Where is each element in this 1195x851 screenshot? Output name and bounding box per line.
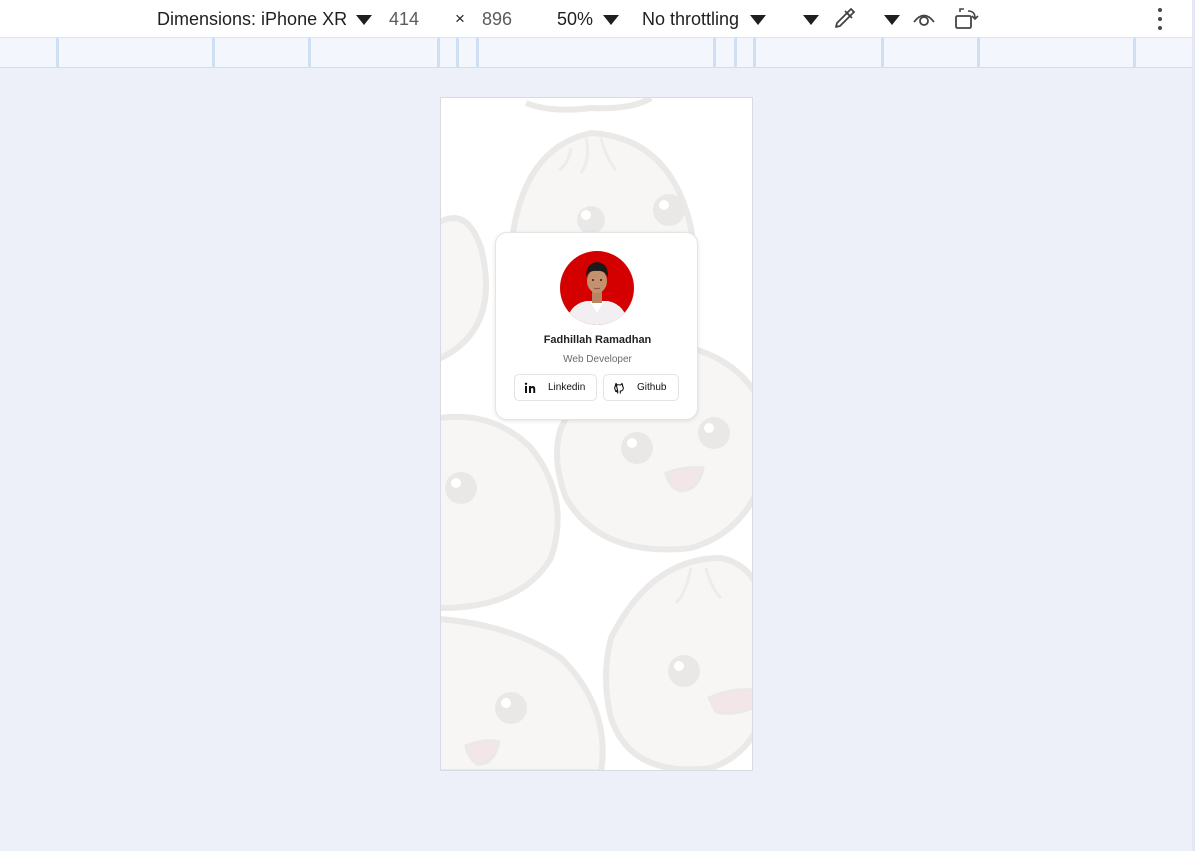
ruler-mark[interactable] (437, 38, 440, 67)
ruler-mark[interactable] (881, 38, 884, 67)
eye-icon[interactable] (911, 6, 937, 32)
throttling-dropdown[interactable]: No throttling (642, 0, 767, 38)
throttling-label: No throttling (642, 8, 740, 29)
linkedin-icon (523, 381, 537, 395)
ruler-mark[interactable] (476, 38, 479, 67)
ruler-mark[interactable] (713, 38, 716, 67)
ruler-mark[interactable] (753, 38, 756, 67)
device-viewport: Fadhillah Ramadhan Web Developer Linkedi… (440, 97, 753, 771)
github-icon (612, 381, 626, 395)
ruler-mark[interactable] (212, 38, 215, 67)
height-input[interactable]: 896 (482, 0, 512, 38)
times-symbol: × (455, 9, 465, 28)
dimensions-label: Dimensions: iPhone XR (157, 8, 348, 29)
times-separator: × (455, 0, 465, 38)
eyedropper-icon[interactable] (831, 6, 857, 32)
ruler-mark[interactable] (734, 38, 737, 67)
linkedin-button[interactable]: Linkedin (514, 374, 597, 401)
linkedin-label: Linkedin (548, 382, 586, 393)
more-vert-icon[interactable] (1156, 8, 1164, 30)
profile-card: Fadhillah Ramadhan Web Developer Linkedi… (495, 232, 698, 420)
picker-dropdown[interactable] (884, 0, 900, 38)
ruler-mark[interactable] (1133, 38, 1136, 67)
height-value: 896 (482, 8, 513, 29)
ruler-mark[interactable] (456, 38, 459, 67)
dumpling-background-pattern (441, 98, 752, 770)
caret-down-icon (884, 15, 900, 25)
avatar (560, 251, 634, 325)
dimensions-dropdown[interactable]: Dimensions: iPhone XR (157, 0, 373, 38)
ruler-mark[interactable] (308, 38, 311, 67)
ruler-mark[interactable] (977, 38, 980, 67)
github-label: Github (637, 382, 667, 393)
zoom-label: 50% (557, 8, 594, 29)
devtools-device-toolbar: Dimensions: iPhone XR 414 × 896 50% No t… (0, 0, 1195, 38)
zoom-dropdown[interactable]: 50% (557, 0, 620, 38)
caret-down-icon (803, 15, 819, 25)
profile-role: Web Developer (563, 354, 632, 365)
github-button[interactable]: Github (603, 374, 679, 401)
caret-down-icon (356, 15, 373, 25)
width-input[interactable]: 414 (389, 0, 419, 38)
rotate-icon[interactable] (953, 6, 979, 32)
media-query-ruler (0, 38, 1195, 68)
ruler-mark[interactable] (56, 38, 59, 67)
caret-down-icon (603, 15, 620, 25)
profile-name: Fadhillah Ramadhan (543, 334, 652, 346)
caret-down-icon (750, 15, 767, 25)
more-options-dropdown[interactable] (803, 0, 819, 38)
width-value: 414 (389, 8, 420, 29)
